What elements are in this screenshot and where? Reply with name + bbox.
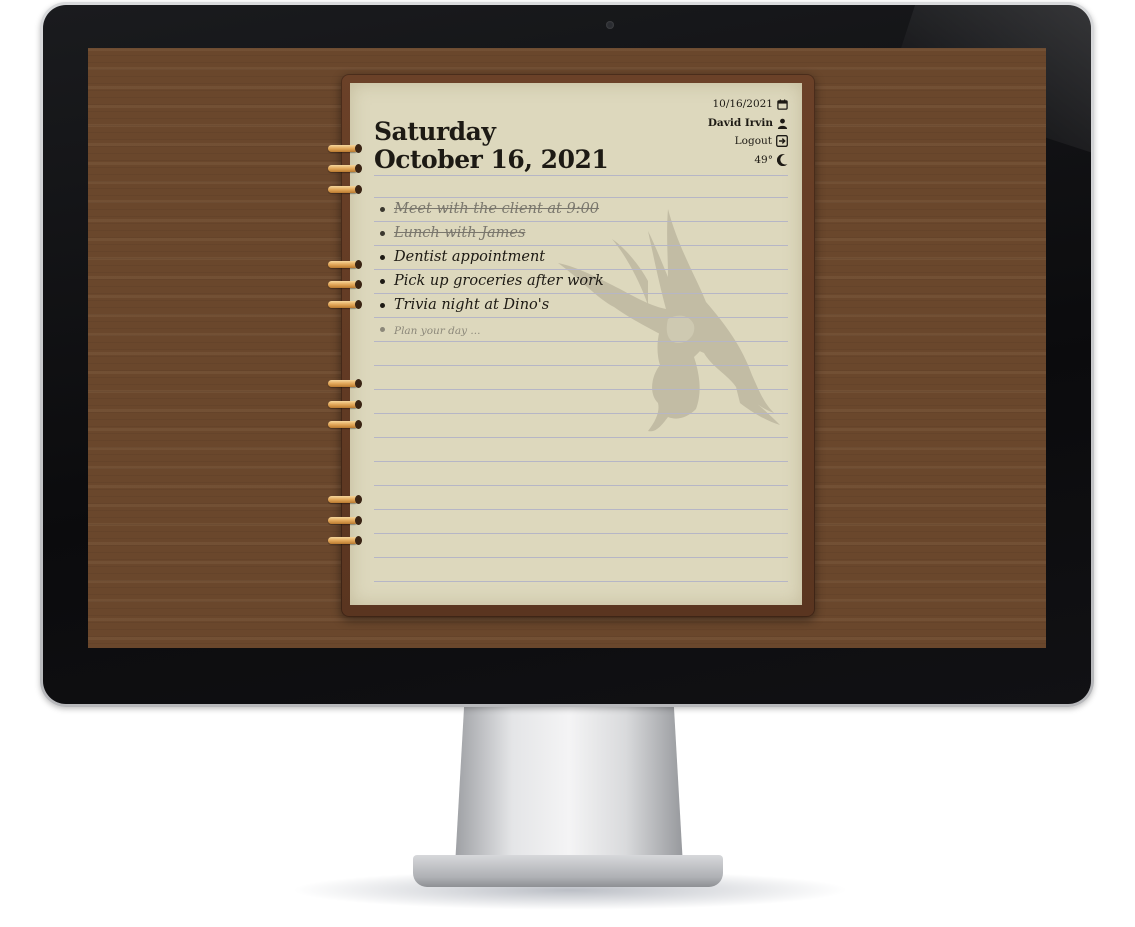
ruled-line [374,175,788,176]
screen: Saturday October 16, 2021 10/16/2021 Dav… [88,48,1046,648]
binding-ring [328,300,362,309]
moon-icon [777,154,788,166]
binding-ring [328,144,362,153]
binding-ring [328,260,362,269]
ruled-line [374,533,788,534]
planner-page: Saturday October 16, 2021 10/16/2021 Dav… [350,83,802,605]
page-title-date: October 16, 2021 [374,145,609,174]
todo-bullet [380,206,385,212]
calendar-icon [777,98,788,110]
ruled-line [374,389,788,390]
todo-text: Pick up groceries after work [394,273,604,289]
todo-item[interactable]: Trivia night at Dino's [380,293,604,317]
monitor-stand-foot [413,855,723,887]
binding-ring [328,379,362,388]
date-picker[interactable]: 10/16/2021 [712,98,788,110]
ruled-line [374,461,788,462]
todo-bullet [380,326,385,332]
todo-bullet [380,302,385,308]
binding-ring [328,420,362,429]
binding-ring [328,164,362,173]
binding-ring [328,516,362,525]
todo-text: Meet with the client at 9:00 [394,201,600,217]
todo-bullet [380,254,385,260]
ruled-line [374,581,788,582]
page-title-day: Saturday [374,117,496,146]
todo-bullet [380,278,385,284]
short-date: 10/16/2021 [712,98,773,110]
todo-text: Lunch with James [394,225,526,241]
user-icon [777,118,788,129]
binding-ring [328,400,362,409]
logout-icon [776,135,788,147]
todo-bullet [380,230,385,236]
temperature: 49° [754,154,773,166]
binding-ring [328,495,362,504]
ruled-line [374,365,788,366]
todo-item[interactable]: Meet with the client at 9:00 [380,197,604,221]
new-todo-input[interactable]: Plan your day ... [380,317,604,341]
webcam [606,21,614,29]
todo-text: Dentist appointment [394,249,546,265]
binding-ring [328,536,362,545]
logout-button[interactable]: Logout [735,135,788,147]
user-name: David Irvin [707,117,773,129]
todo-item[interactable]: Pick up groceries after work [380,269,604,293]
weather: 49° [754,154,788,166]
ruled-line [374,437,788,438]
monitor-stand-neck [455,706,683,866]
new-todo-placeholder: Plan your day ... [394,325,481,337]
ruled-line [374,509,788,510]
logout-label: Logout [734,135,772,147]
binding-ring [328,280,362,289]
todo-item[interactable]: Dentist appointment [380,245,604,269]
todo-list: Meet with the client at 9:00 Lunch with … [380,197,604,341]
todo-item[interactable]: Lunch with James [380,221,604,245]
ruled-line [374,557,788,558]
ruled-line [374,413,788,414]
ruled-line [374,485,788,486]
user-profile[interactable]: David Irvin [708,117,788,129]
binding-ring [328,185,362,194]
todo-text: Trivia night at Dino's [394,297,550,313]
